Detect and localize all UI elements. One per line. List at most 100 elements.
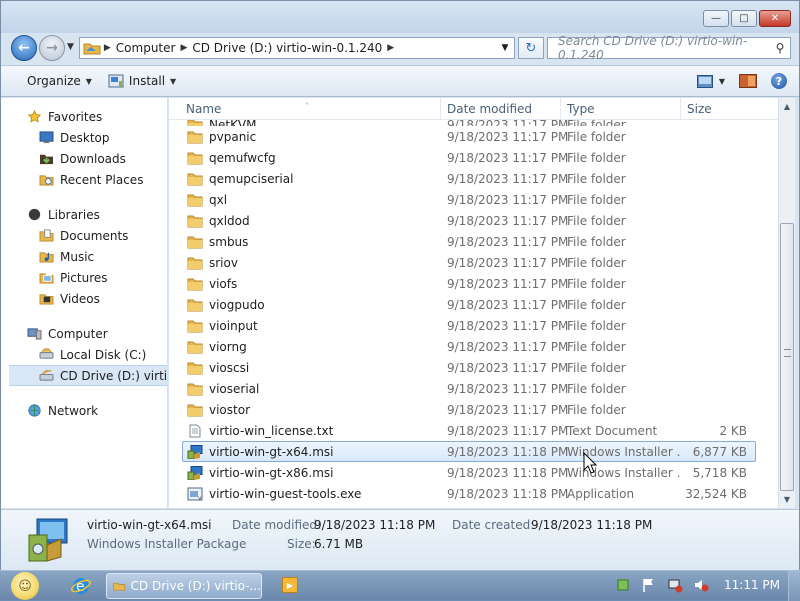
- table-row[interactable]: qemufwcfg 9/18/2023 11:17 PM File folder: [169, 147, 778, 168]
- internet-explorer-icon[interactable]: e: [70, 575, 92, 597]
- msi-installer-icon: [187, 465, 203, 480]
- table-row[interactable]: pvpanic 9/18/2023 11:17 PM File folder: [169, 126, 778, 147]
- taskbar-explorer-button[interactable]: CD Drive (D:) virtio-...: [106, 573, 262, 599]
- column-date-modified[interactable]: Date modified: [441, 98, 561, 120]
- sidebar-libraries[interactable]: Libraries: [1, 204, 167, 225]
- sidebar-item-desktop[interactable]: Desktop: [1, 127, 167, 148]
- sidebar-item-music[interactable]: Music: [1, 246, 167, 267]
- sidebar-item-documents[interactable]: Documents: [1, 225, 167, 246]
- table-row[interactable]: v virtio-win-guest-tools.exe 9/18/2023 11:…: [169, 483, 778, 504]
- cd-drive-icon: [39, 370, 54, 381]
- action-center-flag-icon[interactable]: [641, 577, 657, 593]
- breadcrumb-computer[interactable]: Computer: [111, 41, 181, 55]
- breadcrumb-separator-icon[interactable]: ▶: [180, 43, 187, 53]
- volume-muted-icon[interactable]: [693, 577, 709, 593]
- videos-icon: [39, 294, 54, 305]
- scroll-down-icon[interactable]: ▼: [779, 491, 795, 508]
- sidebar-favorites[interactable]: Favorites: [1, 106, 167, 127]
- sidebar-item-label: Music: [60, 249, 95, 264]
- preview-pane-icon[interactable]: [739, 74, 757, 88]
- table-row[interactable]: virtio-win-gt-x64.msi 9/18/2023 11:18 PM W…: [182, 441, 756, 462]
- table-row[interactable]: viofs 9/18/2023 11:17 PM File folder: [169, 273, 778, 294]
- table-row[interactable]: virtio-win_license.txt 9/18/2023 11:17 PM…: [169, 420, 778, 441]
- table-row[interactable]: viogpudo 9/18/2023 11:17 PM File folder: [169, 294, 778, 315]
- details-filetype: Windows Installer Package: [87, 537, 247, 551]
- file-size: 6,877 KB: [692, 444, 747, 459]
- change-view-button[interactable]: ▼: [696, 74, 725, 88]
- media-player-icon[interactable]: ▶: [282, 577, 298, 593]
- start-button[interactable]: ☺: [6, 571, 44, 601]
- sidebar-item-videos[interactable]: Videos: [1, 288, 167, 309]
- file-name: viofs: [209, 276, 238, 291]
- file-date: 9/18/2023 11:17 PM: [447, 318, 569, 333]
- search-input[interactable]: Search CD Drive (D:) virtio-win-0.1.240 …: [547, 34, 791, 62]
- table-row[interactable]: vioscsi 9/18/2023 11:17 PM File folder: [169, 357, 778, 378]
- table-row[interactable]: vioinput 9/18/2023 11:17 PM File folder: [169, 315, 778, 336]
- safely-remove-hardware-icon[interactable]: [615, 577, 631, 593]
- column-type[interactable]: Type: [561, 98, 681, 120]
- file-name: qemupciserial: [209, 171, 294, 186]
- install-button[interactable]: Install ▼: [100, 73, 184, 89]
- table-row[interactable]: qxldod 9/18/2023 11:17 PM File folder: [169, 210, 778, 231]
- column-size[interactable]: Size: [681, 98, 761, 120]
- back-button[interactable]: ←: [11, 35, 37, 61]
- folder-icon: [187, 361, 203, 375]
- taskbar-clock[interactable]: 11:11 PM: [724, 578, 780, 592]
- sidebar-item-local-disk[interactable]: Local Disk (C:): [1, 344, 167, 365]
- sidebar-item-cd-drive[interactable]: CD Drive (D:) virtio-win-0.1.240: [9, 365, 167, 386]
- sidebar-computer[interactable]: Computer: [1, 323, 167, 344]
- table-row[interactable]: qxl 9/18/2023 11:17 PM File folder: [169, 189, 778, 210]
- scroll-up-icon[interactable]: ▲: [779, 98, 795, 115]
- exe-application-icon: v: [187, 487, 203, 502]
- sidebar-network[interactable]: Network: [1, 400, 167, 421]
- table-row[interactable]: viostor 9/18/2023 11:17 PM File folder: [169, 399, 778, 420]
- recent-pages-chevron-down-icon[interactable]: ▼: [67, 42, 74, 52]
- file-name: viogpudo: [209, 297, 265, 312]
- table-row[interactable]: vioserial 9/18/2023 11:17 PM File folder: [169, 378, 778, 399]
- breadcrumb-cd-drive[interactable]: CD Drive (D:) virtio-win-0.1.240: [187, 41, 387, 55]
- maximize-button[interactable]: □: [731, 10, 757, 27]
- file-type: File folder: [567, 213, 626, 228]
- sidebar-item-pictures[interactable]: Pictures: [1, 267, 167, 288]
- help-icon[interactable]: ?: [771, 73, 787, 89]
- file-name: qemufwcfg: [209, 150, 276, 165]
- file-date: 9/18/2023 11:17 PM: [447, 402, 569, 417]
- network-status-icon[interactable]: [667, 577, 683, 593]
- title-bar[interactable]: — □ ✕: [1, 1, 799, 33]
- folder-icon: [187, 298, 203, 312]
- close-button[interactable]: ✕: [759, 10, 791, 27]
- navigation-pane: Favorites Desktop Downloads Recent Place…: [1, 98, 168, 508]
- scroll-thumb[interactable]: [780, 223, 794, 491]
- sidebar-item-recent-places[interactable]: Recent Places: [1, 169, 167, 190]
- address-bar[interactable]: ▶ Computer ▶ CD Drive (D:) virtio-win-0.…: [79, 37, 515, 59]
- folder-icon: [187, 340, 203, 354]
- breadcrumb-separator-icon[interactable]: ▶: [101, 43, 111, 53]
- table-row[interactable]: sriov 9/18/2023 11:17 PM File folder: [169, 252, 778, 273]
- folder-icon: [187, 403, 203, 417]
- recent-places-icon: [39, 175, 54, 186]
- file-date: 9/18/2023 11:17 PM: [447, 150, 569, 165]
- pictures-icon: [39, 273, 54, 284]
- sidebar-item-downloads[interactable]: Downloads: [1, 148, 167, 169]
- organize-button[interactable]: Organize ▼: [19, 74, 100, 88]
- downloads-icon: [40, 154, 53, 165]
- file-rows: NetKVM 9/18/2023 11:17 PM File folder pv…: [169, 117, 778, 504]
- file-type: File folder: [567, 192, 626, 207]
- show-desktop-button[interactable]: [788, 571, 800, 601]
- breadcrumb-separator-icon[interactable]: ▶: [387, 43, 394, 53]
- table-row[interactable]: virtio-win-gt-x86.msi 9/18/2023 11:18 PM W…: [169, 462, 778, 483]
- forward-button[interactable]: →: [39, 35, 65, 61]
- minimize-button[interactable]: —: [703, 10, 729, 27]
- table-row[interactable]: smbus 9/18/2023 11:17 PM File folder: [169, 231, 778, 252]
- table-row[interactable]: qemupciserial 9/18/2023 11:17 PM File fold…: [169, 168, 778, 189]
- sidebar-item-label: Documents: [60, 228, 129, 243]
- star-icon: [27, 110, 42, 123]
- refresh-button[interactable]: ↻: [518, 37, 544, 59]
- file-date: 9/18/2023 11:17 PM: [447, 339, 569, 354]
- address-dropdown-icon[interactable]: ▼: [496, 43, 514, 53]
- file-type: File folder: [567, 276, 626, 291]
- column-name[interactable]: Name ˄: [169, 98, 441, 120]
- vertical-scrollbar[interactable]: ▲ ▼: [778, 98, 795, 508]
- table-row[interactable]: viorng 9/18/2023 11:17 PM File folder: [169, 336, 778, 357]
- search-icon[interactable]: ⚲: [770, 41, 790, 55]
